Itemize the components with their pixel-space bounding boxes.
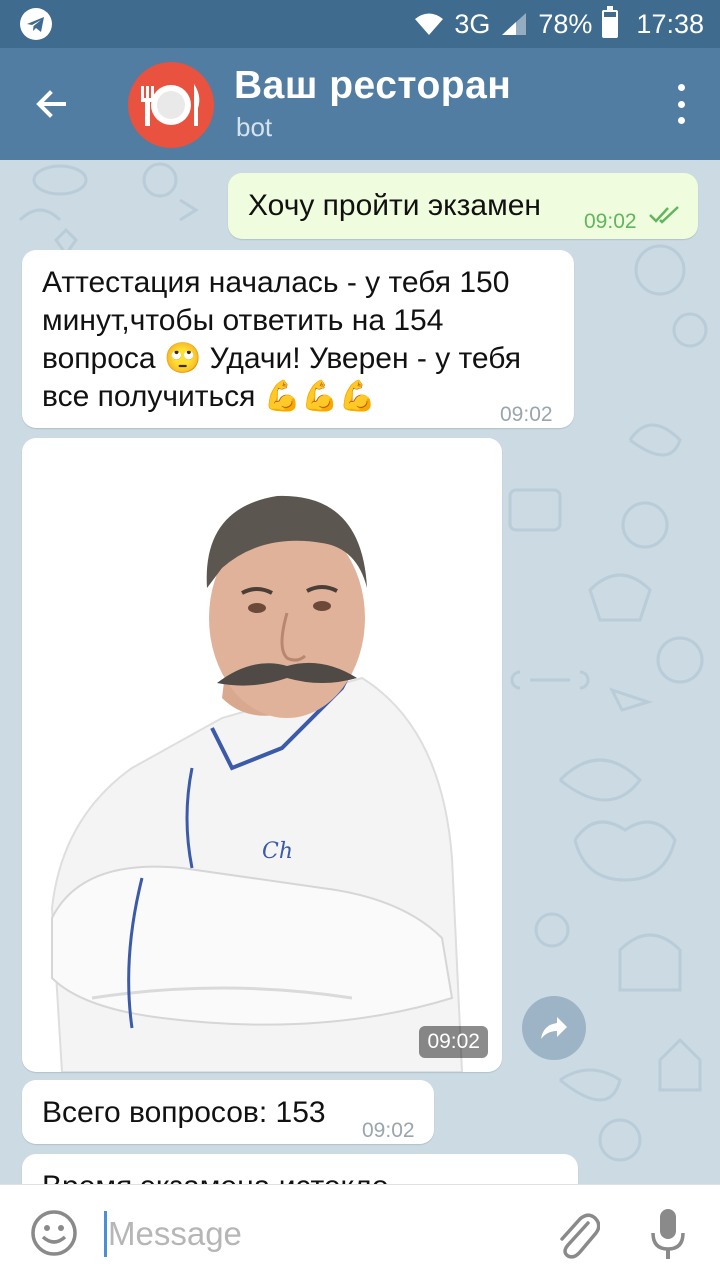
message-line: вопроса 🙄 Удачи! Уверен - у тебя (42, 340, 562, 378)
more-vert-icon[interactable] (676, 84, 686, 124)
double-check-icon (649, 206, 679, 224)
share-icon[interactable] (522, 996, 586, 1060)
wifi-icon (415, 13, 444, 35)
plate-cutlery-icon[interactable] (128, 62, 214, 148)
photo-message[interactable]: Ch 09:02 (22, 438, 502, 1072)
battery-percent: 78% (538, 8, 593, 39)
network-type: 3G (454, 8, 491, 39)
message-fragment: Удачи! Уверен - у тебя (209, 342, 522, 375)
svg-text:Ch: Ch (262, 839, 293, 864)
message-text: Всего вопросов: 153 (42, 1096, 326, 1129)
telegram-icon (20, 8, 52, 40)
clock: 17:38 (636, 8, 704, 39)
message-line: Аттестация началась - у тебя 150 (42, 266, 510, 299)
outgoing-message[interactable]: Хочу пройти экзамен 09:02 (228, 173, 698, 239)
message-line: минут,чтобы ответить на 154 (42, 304, 444, 337)
paperclip-icon[interactable] (552, 1207, 600, 1259)
message-text: Аттестация началась - у тебя 150 минут,ч… (42, 264, 562, 416)
emoji-icon[interactable] (30, 1209, 78, 1257)
incoming-message[interactable]: Всего вопросов: 153 09:02 (22, 1080, 434, 1144)
rolling-eyes-emoji: 🙄 (163, 342, 202, 375)
mic-icon[interactable] (648, 1207, 688, 1261)
message-time: 09:02 (362, 1119, 415, 1142)
message-list[interactable]: Хочу пройти экзамен 09:02 Аттестация нач… (0, 160, 720, 1184)
text-cursor (104, 1211, 107, 1257)
incoming-message-partial[interactable]: Время экзамена истекло (22, 1154, 578, 1184)
message-time: 09:02 (584, 210, 637, 233)
message-fragment: все получиться (42, 380, 256, 413)
message-text: Время экзамена истекло (42, 1168, 389, 1184)
signal-icon (502, 13, 527, 35)
battery-icon (602, 6, 619, 38)
incoming-message[interactable]: Аттестация началась - у тебя 150 минут,ч… (22, 250, 574, 428)
back-arrow-icon[interactable] (30, 82, 74, 126)
chat-header: Ваш ресторан bot (0, 48, 720, 160)
status-bar: 3G 78% 17:38 (0, 0, 720, 48)
chat-title[interactable]: Ваш ресторан (234, 64, 511, 108)
photo-time: 09:02 (419, 1026, 488, 1058)
message-line: все получиться 💪💪💪 (42, 378, 562, 416)
message-input-bar (0, 1184, 720, 1280)
chat-subtitle: bot (236, 112, 273, 142)
muscle-emoji: 💪💪💪 (263, 380, 376, 413)
message-text: Хочу пройти экзамен (248, 189, 541, 222)
chef-photo: Ch (50, 495, 464, 1072)
message-input[interactable] (108, 1207, 528, 1261)
message-time: 09:02 (500, 403, 553, 426)
message-fragment: вопроса (42, 342, 156, 375)
